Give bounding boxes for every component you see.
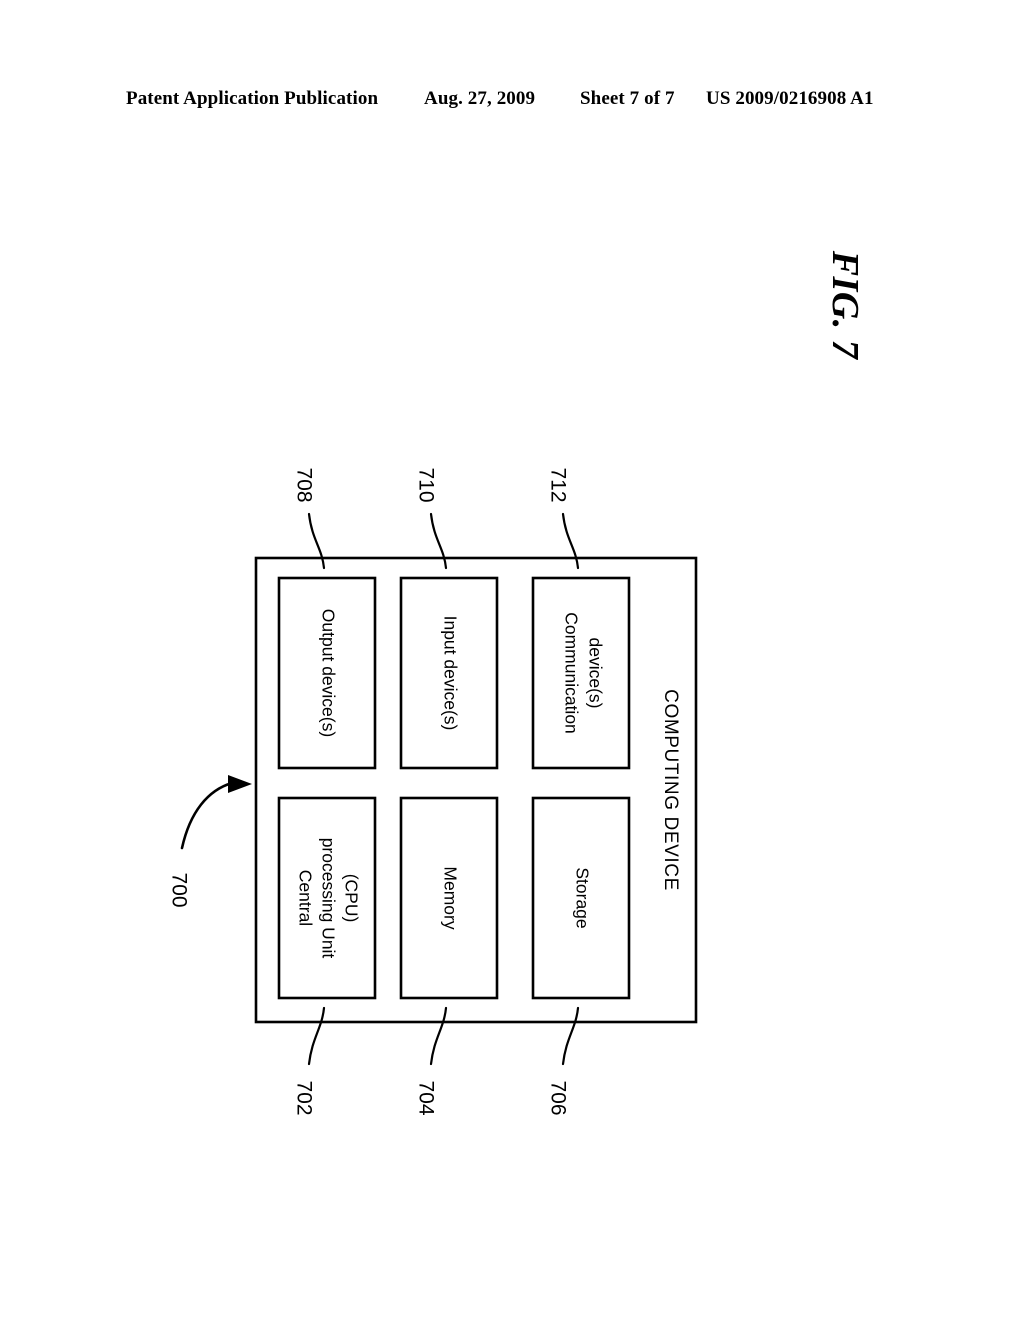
computing-device-label: COMPUTING DEVICE: [660, 689, 681, 891]
assembly-pointer-arrowhead: [228, 775, 252, 793]
block-communication-devices-label-line2: device(s): [585, 638, 605, 709]
block-storage-label: Storage: [572, 867, 592, 928]
reference-numeral-710: 710: [414, 467, 437, 502]
block-cpu-label-line2: processing Unit: [318, 838, 338, 959]
reference-numeral-706: 706: [546, 1080, 569, 1115]
reference-numeral-700: 700: [167, 872, 190, 907]
block-input-devices-label: Input device(s): [440, 616, 460, 731]
block-memory-label: Memory: [440, 866, 460, 929]
diagram-canvas: Output device(s) Input device(s) Communi…: [167, 467, 698, 1116]
reference-numeral-708: 708: [292, 467, 315, 502]
block-cpu-label-line3: (CPU): [341, 874, 361, 923]
reference-numeral-704: 704: [414, 1080, 437, 1115]
block-output-devices-label: Output device(s): [318, 609, 338, 737]
reference-numeral-712: 712: [546, 467, 569, 502]
block-cpu-label-line1: Central: [295, 870, 315, 926]
block-communication-devices-label-line1: Communication: [561, 612, 581, 734]
reference-numeral-702: 702: [292, 1080, 315, 1115]
assembly-pointer-curve: [180, 781, 234, 850]
figure-7-diagram: Output device(s) Input device(s) Communi…: [0, 0, 1024, 1320]
